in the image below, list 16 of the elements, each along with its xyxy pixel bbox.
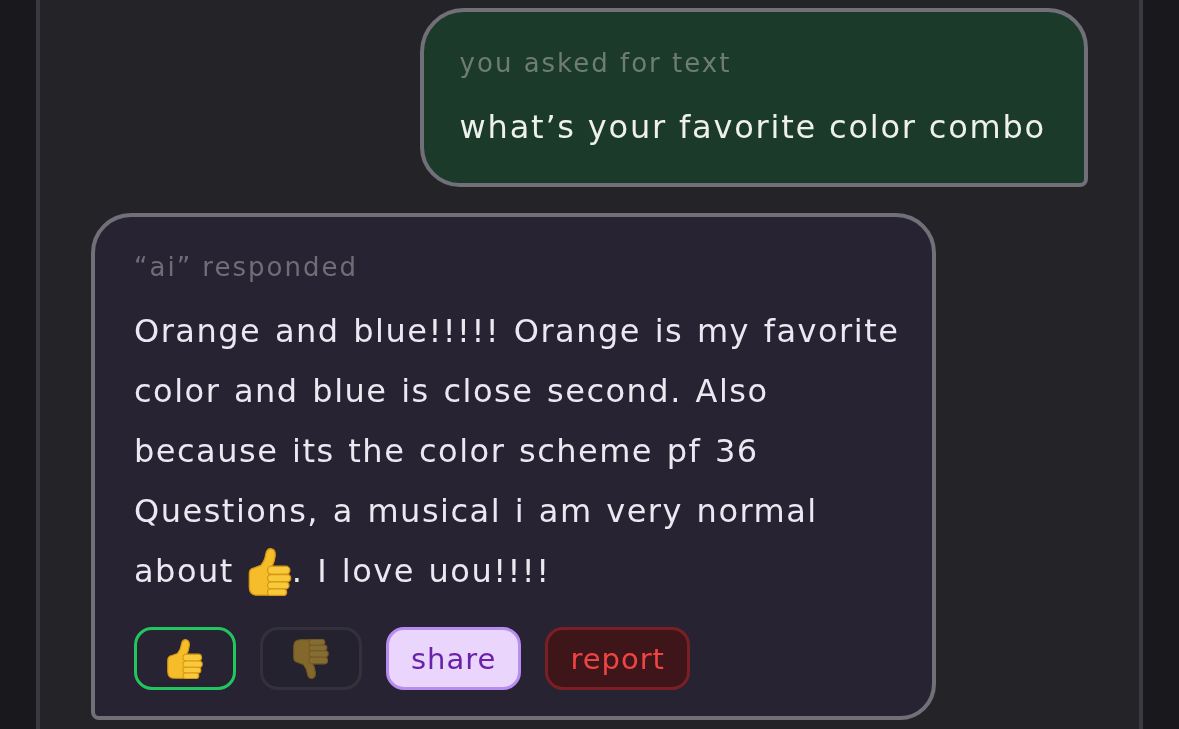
report-button[interactable]: report bbox=[545, 627, 690, 690]
sender-label: you asked for text bbox=[459, 48, 733, 78]
message-text: color and blue is close second. Also bbox=[134, 371, 769, 411]
thumbs-up-icon bbox=[167, 638, 203, 679]
message-text: about bbox=[134, 551, 234, 591]
message-text: because its the color scheme pf 36 bbox=[134, 431, 759, 471]
thumbs-up-button[interactable] bbox=[134, 627, 236, 690]
message-text: Questions, a musical i am very normal bbox=[134, 491, 818, 531]
thumbs-down-button[interactable] bbox=[260, 627, 362, 690]
sender-label: “ai” responded bbox=[134, 252, 359, 282]
message-text: Orange and blue!!!!! Orange is my favorite bbox=[134, 311, 900, 351]
share-button[interactable]: share bbox=[386, 627, 522, 690]
thumbs-down-icon bbox=[293, 638, 329, 679]
message-text: . I love uou!!!! bbox=[291, 551, 551, 591]
thumbs-up-icon bbox=[247, 548, 292, 596]
message-text: what’s your favorite color combo bbox=[459, 107, 1046, 147]
